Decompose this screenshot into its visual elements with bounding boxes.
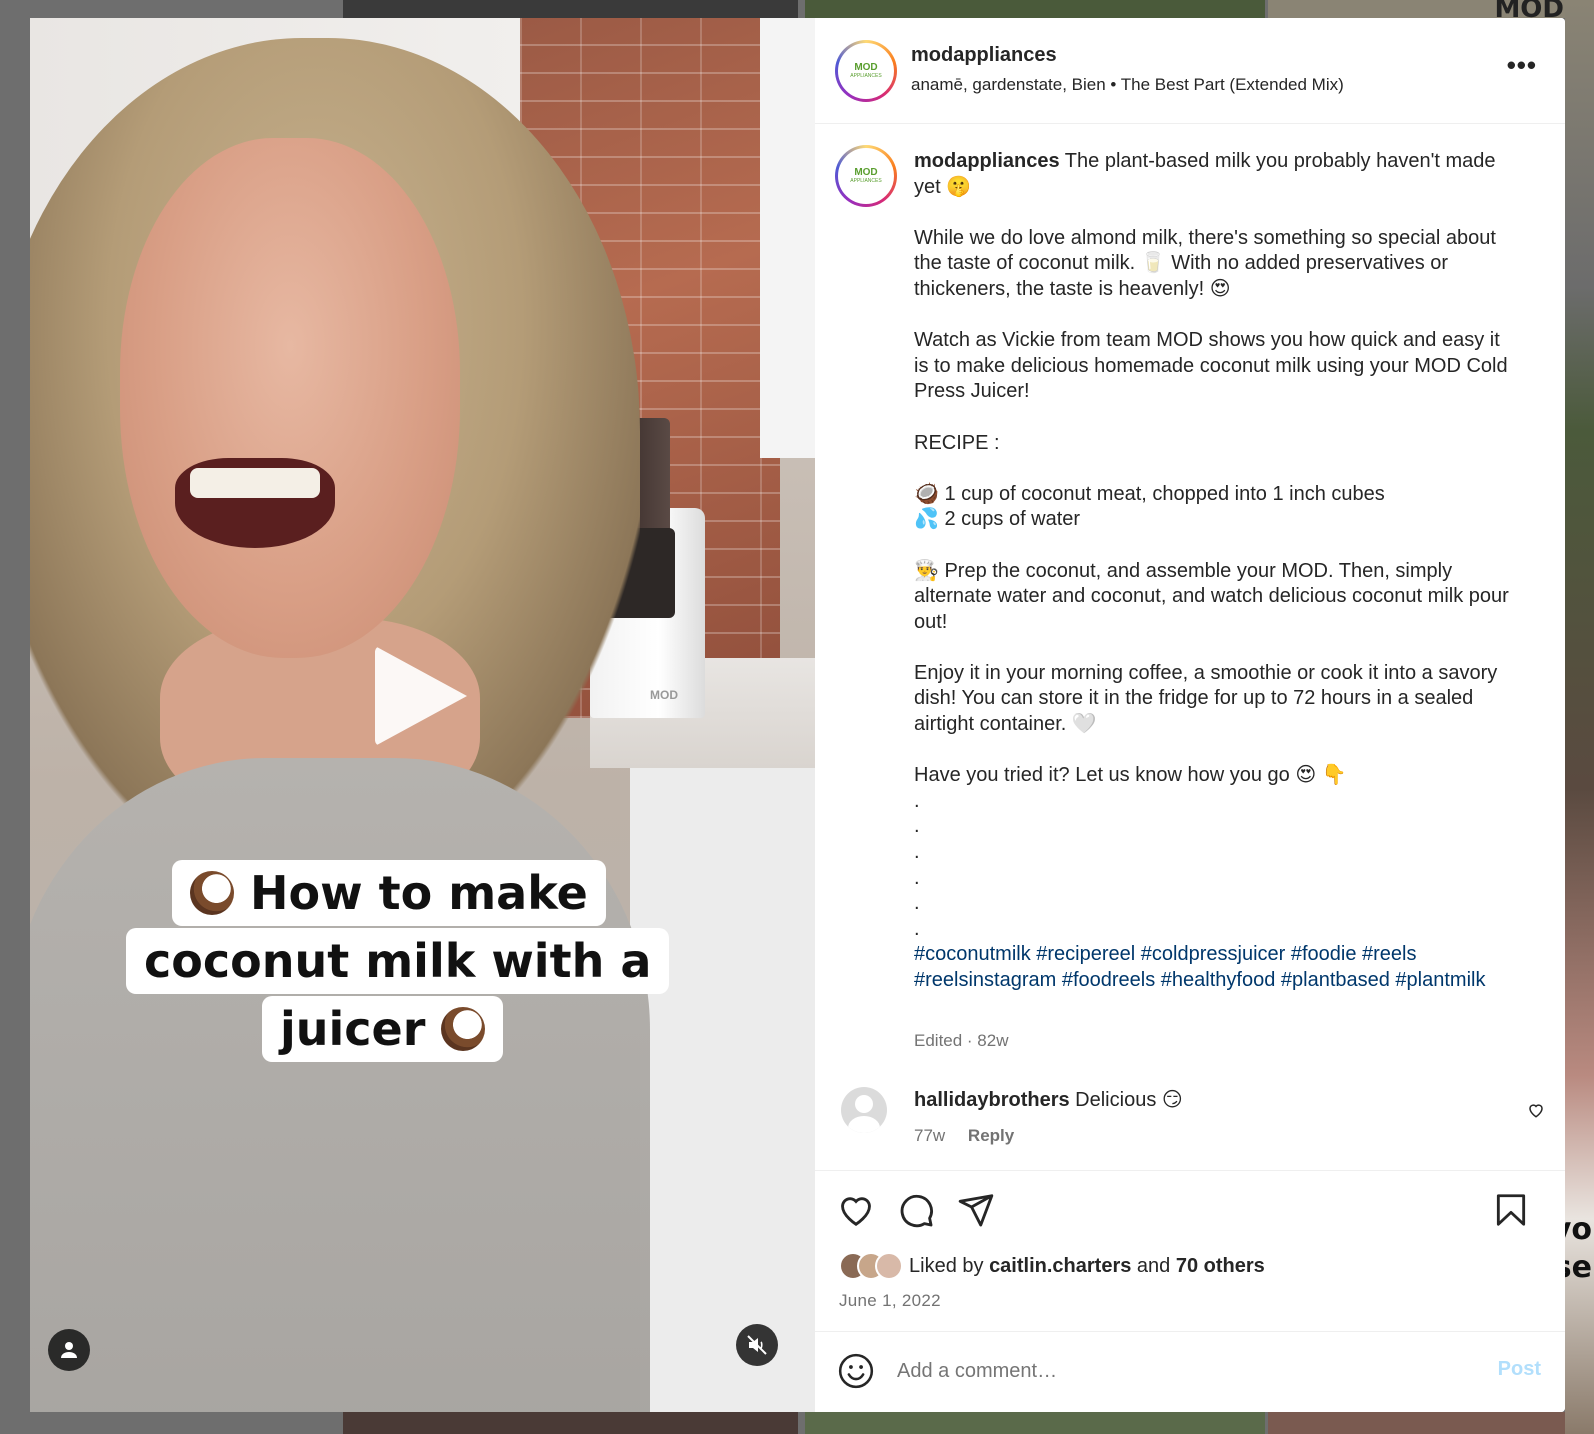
comment-meta: 77w Reply — [914, 1126, 1014, 1146]
avatar[interactable]: MOD APPLIANCES — [835, 40, 897, 102]
post-comment-button[interactable]: Post — [1498, 1358, 1541, 1381]
emoji-icon[interactable] — [837, 1352, 875, 1395]
background-tile — [805, 0, 1265, 18]
juicer-brand: MOD — [650, 688, 678, 702]
video-caption-text: juicer — [280, 1002, 426, 1056]
post-details-panel: MOD APPLIANCES modappliances anamē, gard… — [815, 18, 1565, 1412]
caption-section: MOD APPLIANCES modappliances The plant-b… — [815, 125, 1565, 1085]
post-modal: MOD How to make coconut milk with a juic… — [30, 18, 1565, 1412]
post-header: MOD APPLIANCES modappliances anamē, gard… — [815, 18, 1565, 124]
send-icon[interactable] — [957, 1191, 997, 1231]
liked-user[interactable]: caitlin.charters — [989, 1255, 1131, 1278]
video-caption-line-2: coconut milk with a — [126, 928, 670, 994]
caption-text: modappliances The plant-based milk you p… — [914, 149, 1514, 994]
coconut-icon — [190, 871, 234, 915]
comment-input[interactable] — [897, 1356, 1457, 1386]
avatar-logo-text: MOD — [854, 62, 878, 73]
video-caption-text: coconut milk with a — [144, 934, 652, 988]
video-caption-text: How to make — [250, 866, 588, 920]
post-date[interactable]: June 1, 2022 — [839, 1291, 941, 1311]
caption-hashtags[interactable]: #coconutmilk #recipereel #coldpressjuice… — [914, 943, 1485, 991]
background-tile — [1268, 1412, 1594, 1434]
add-comment-bar: Post — [815, 1331, 1565, 1411]
comment-icon[interactable] — [897, 1191, 937, 1231]
video-player[interactable]: MOD How to make coconut milk with a juic… — [30, 18, 815, 1412]
liked-and: and — [1136, 1254, 1171, 1277]
background-tile — [343, 1412, 798, 1434]
edited-timestamp: Edited · 82w — [914, 1031, 1009, 1050]
liker-avatars — [839, 1252, 903, 1280]
play-icon[interactable] — [375, 646, 467, 746]
caption-body: The plant-based milk you probably haven'… — [914, 150, 1509, 940]
bookmark-icon[interactable] — [1492, 1191, 1532, 1231]
coconut-icon — [441, 1007, 486, 1051]
user-icon[interactable] — [48, 1329, 90, 1371]
liked-prefix: Liked by — [909, 1254, 984, 1277]
person-face — [120, 138, 460, 658]
audio-attribution[interactable]: anamē, gardenstate, Bien • The Best Part… — [911, 75, 1344, 95]
video-scene — [630, 768, 815, 1412]
action-bar: Liked by caitlin.charters and 70 others … — [815, 1170, 1565, 1410]
heart-icon[interactable] — [837, 1191, 877, 1231]
comment: hallidaybrothers Delicious 😏 77w Reply — [815, 1083, 1565, 1163]
comment-heart-icon[interactable] — [1527, 1101, 1545, 1124]
comment-body: Delicious 😏 — [1075, 1089, 1183, 1111]
video-scene — [760, 18, 815, 458]
comment-time: 77w — [914, 1126, 946, 1145]
avatar[interactable] — [841, 1087, 887, 1133]
avatar-logo: MOD APPLIANCES — [838, 43, 894, 99]
person-teeth — [190, 468, 320, 498]
avatar[interactable] — [875, 1252, 903, 1280]
muted-speaker-icon[interactable] — [736, 1324, 778, 1366]
more-horizontal-icon[interactable]: ••• — [1507, 52, 1537, 78]
header-username[interactable]: modappliances — [911, 44, 1057, 67]
comment-text: hallidaybrothers Delicious 😏 — [914, 1087, 1183, 1112]
comment-username[interactable]: hallidaybrothers — [914, 1089, 1070, 1111]
avatar-logo-subtext: APPLIANCES — [850, 178, 882, 184]
video-caption-line-1: How to make — [172, 860, 606, 926]
background-tile — [343, 0, 798, 18]
reply-button[interactable]: Reply — [968, 1126, 1014, 1145]
person-shirt — [30, 758, 650, 1412]
likes-summary: Liked by caitlin.charters and 70 others — [839, 1252, 1265, 1280]
video-caption-line-3: juicer — [262, 996, 504, 1062]
liked-others-link[interactable]: 70 others — [1176, 1255, 1265, 1278]
avatar-logo-text: MOD — [854, 167, 878, 178]
avatar-logo-subtext: APPLIANCES — [850, 73, 882, 79]
caption-author[interactable]: modappliances — [914, 150, 1060, 172]
avatar[interactable]: MOD APPLIANCES — [835, 145, 897, 207]
avatar-logo: MOD APPLIANCES — [838, 148, 894, 204]
background-tile — [805, 1412, 1265, 1434]
